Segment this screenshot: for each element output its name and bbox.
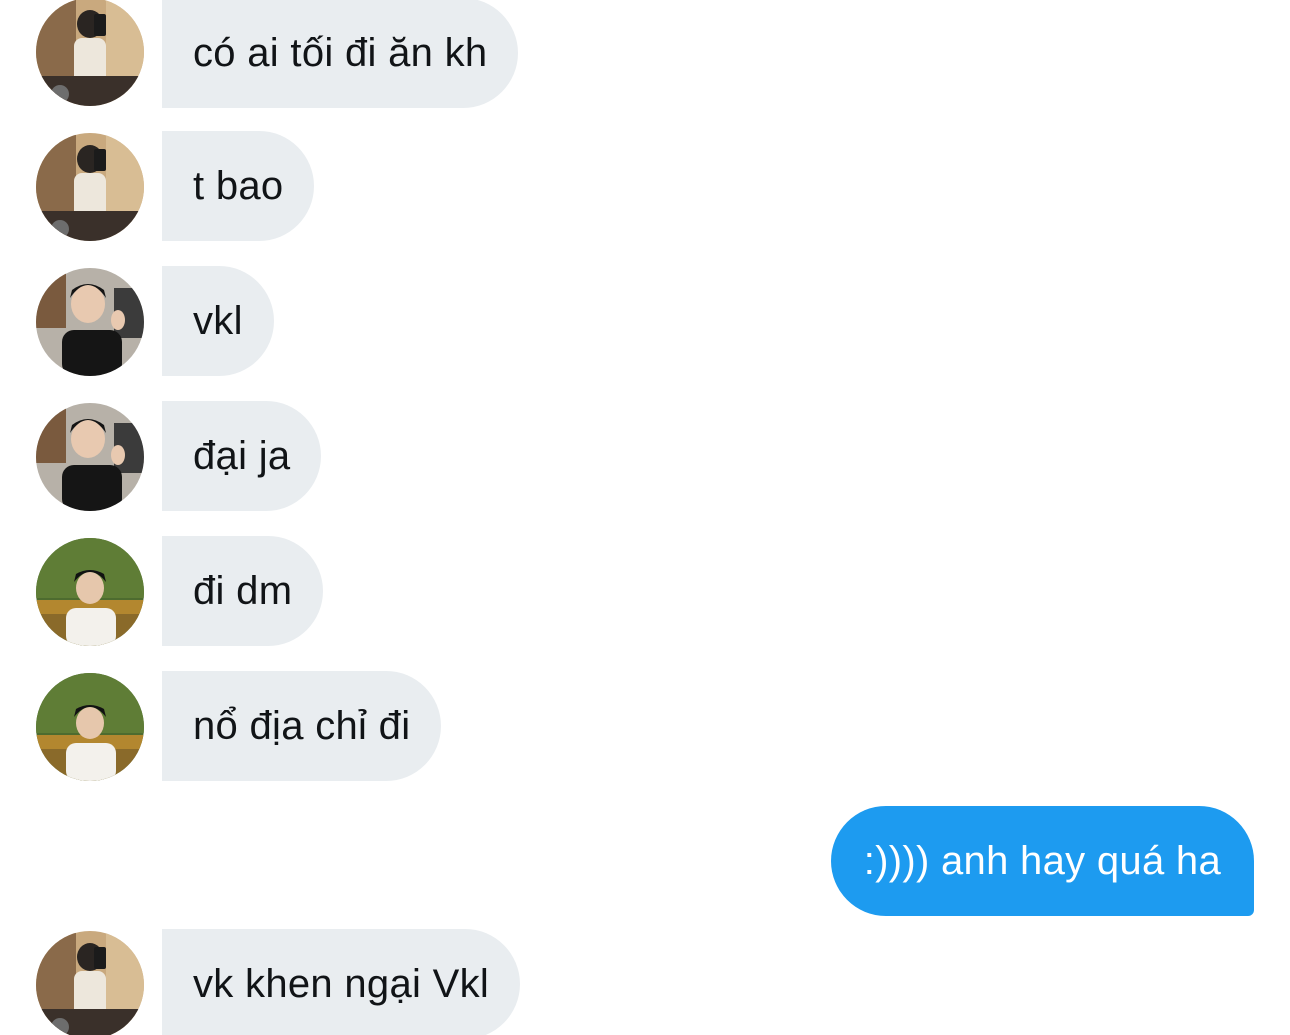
message-bubble-incoming[interactable]: đại ja [162, 401, 322, 511]
avatar-user-b-image [36, 403, 144, 511]
avatar-user-a-image [36, 133, 144, 241]
avatar-user-c[interactable] [36, 673, 144, 781]
message-bubble-incoming[interactable]: đi dm [162, 536, 324, 646]
message-bubble-incoming[interactable]: vkl [162, 266, 274, 376]
message-text: đi dm [193, 568, 293, 613]
message-text: nổ địa chỉ đi [193, 703, 411, 748]
message-text: vkl [193, 298, 243, 343]
message-text: đại ja [193, 433, 291, 478]
message-bubble-incoming[interactable]: t bao [162, 131, 315, 241]
avatar-user-c-image [36, 538, 144, 646]
avatar-user-c-image [36, 673, 144, 781]
message-text: t bao [193, 163, 284, 208]
avatar-user-a-image [36, 0, 144, 106]
avatar-user-b[interactable] [36, 403, 144, 511]
message-text: có ai tối đi ăn kh [193, 30, 488, 75]
avatar-user-c[interactable] [36, 538, 144, 646]
avatar-user-b[interactable] [36, 268, 144, 376]
avatar-user-a[interactable] [36, 0, 144, 106]
message-text: :)))) anh hay quá ha [863, 838, 1221, 883]
chat-message-list: có ai tối đi ăn kh t bao vkl đại ja đi d… [0, 0, 1290, 1035]
avatar-user-a[interactable] [36, 133, 144, 241]
message-bubble-incoming[interactable]: nổ địa chỉ đi [162, 671, 442, 781]
message-bubble-incoming[interactable]: có ai tối đi ăn kh [162, 0, 519, 108]
avatar-user-a-image [36, 931, 144, 1035]
message-text: vk khen ngại Vkl [193, 961, 490, 1006]
avatar-user-a[interactable] [36, 931, 144, 1035]
message-bubble-incoming[interactable]: vk khen ngại Vkl [162, 929, 521, 1035]
message-bubble-outgoing[interactable]: :)))) anh hay quá ha [830, 806, 1254, 916]
avatar-user-b-image [36, 268, 144, 376]
